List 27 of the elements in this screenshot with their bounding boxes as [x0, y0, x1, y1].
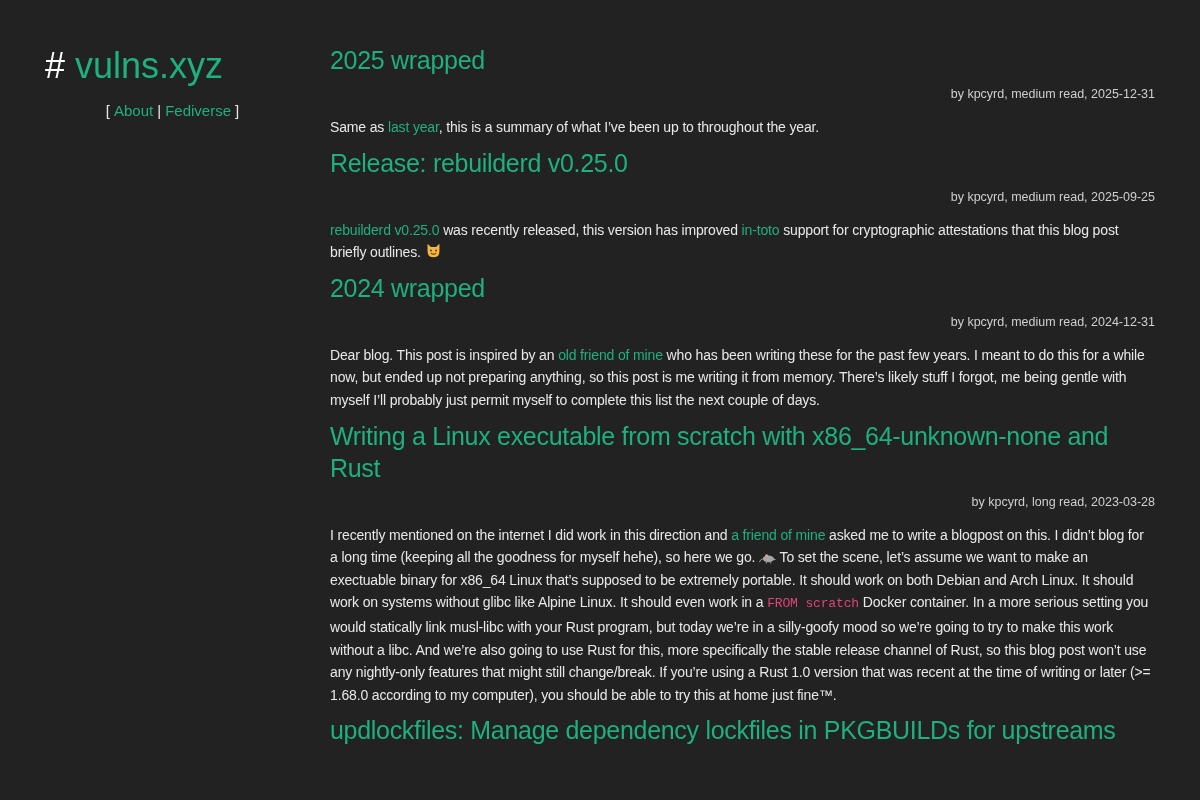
post-summary: rebuilderd v0.25.0 was recently released, this version has improved in-toto support for cryptographic attestations that this blog post briefly outlines.	[330, 220, 1120, 263]
post-meta: by kpcyrd, medium read, 2025-12-31	[950, 87, 1155, 101]
post-meta: by kpcyrd, long read, 2023-03-28	[971, 494, 1155, 509]
rat-icon	[759, 552, 777, 565]
inline-link[interactable]: in-toto	[741, 221, 780, 238]
nav-link[interactable]: Fediverse	[165, 101, 231, 119]
inline-code: FROM scratch	[767, 596, 859, 612]
post-meta: by kpcyrd, medium read, 2025-09-25	[950, 189, 1155, 204]
bracket: [	[105, 101, 110, 119]
inline-link[interactable]: rebuilderd v0.25.0	[330, 221, 440, 238]
post-summary: I recently mentioned on the internet I did work in this direction and a friend of mine asked me to write a blogpost on this. I didn’t blog for a long time (keeping all the goodness for myself hehe), so here we go. To set the scene, let’s assume we want to make an exectuable binary for x86_64 Linux that’s supposed to be extremely portable. It should work on both Debian and Arch Linux. It should work on systems without glibc like Alpine Linux. It should even work in a FROM scratch Docker container. In a more serious setting you would statically link musl-libc with your Rust program, but today we’re in a silly-goofy mood so we’re going to try to make this work without a libc. And we’re also going to use Rust for this, more specifically the stable release channel of Rust, so this blog post won’t use any nightly-only features that might still change/break. If you’re using a Rust 1.0 version that was recent at the time of writing or later (>= 1.68.0 according to my computer), you should be able to try this at home just fine™.	[330, 525, 1152, 705]
post-title-link[interactable]: Release: rebuilderd v0.25.0	[330, 146, 1155, 179]
inline-link[interactable]: old friend of mine	[558, 346, 663, 363]
post-meta: by kpcyrd, medium read, 2024-12-31	[950, 314, 1155, 329]
post-title-link[interactable]: 2025 wrapped	[330, 44, 1155, 76]
post-title-link[interactable]: 2024 wrapped	[330, 271, 1155, 304]
post-summary: Same as last year, this is a summary of what I’ve been up to throughout the year.	[330, 118, 821, 137]
inline-link[interactable]: a friend of mine	[731, 526, 826, 543]
post-title-link[interactable]: Writing a Linux executable from scratch with x86_64-unknown-none and Rust	[330, 419, 1155, 484]
bracket: ]	[235, 101, 240, 119]
separator: |	[157, 101, 162, 119]
inline-link[interactable]: last year	[387, 119, 439, 135]
nav-link[interactable]: About	[114, 101, 154, 119]
site-title-link[interactable]: vulns.xyz	[75, 46, 224, 86]
post-summary: Dear blog. This post is inspired by an old friend of mine who has been writing these for the past few years. I meant to do this for a while now, but ended up not preparing anything, so this post is me writing it from memory. There’s likely stuff I forgot, me being gentle with myself I’ll probably just permit myself to complete this list the next couple of days.	[330, 345, 1146, 410]
post-title-link[interactable]: updlockfiles: Manage dependency lockfiles in PKGBUILDs for upstreams	[330, 714, 1155, 747]
hash-mark: #	[45, 46, 66, 86]
